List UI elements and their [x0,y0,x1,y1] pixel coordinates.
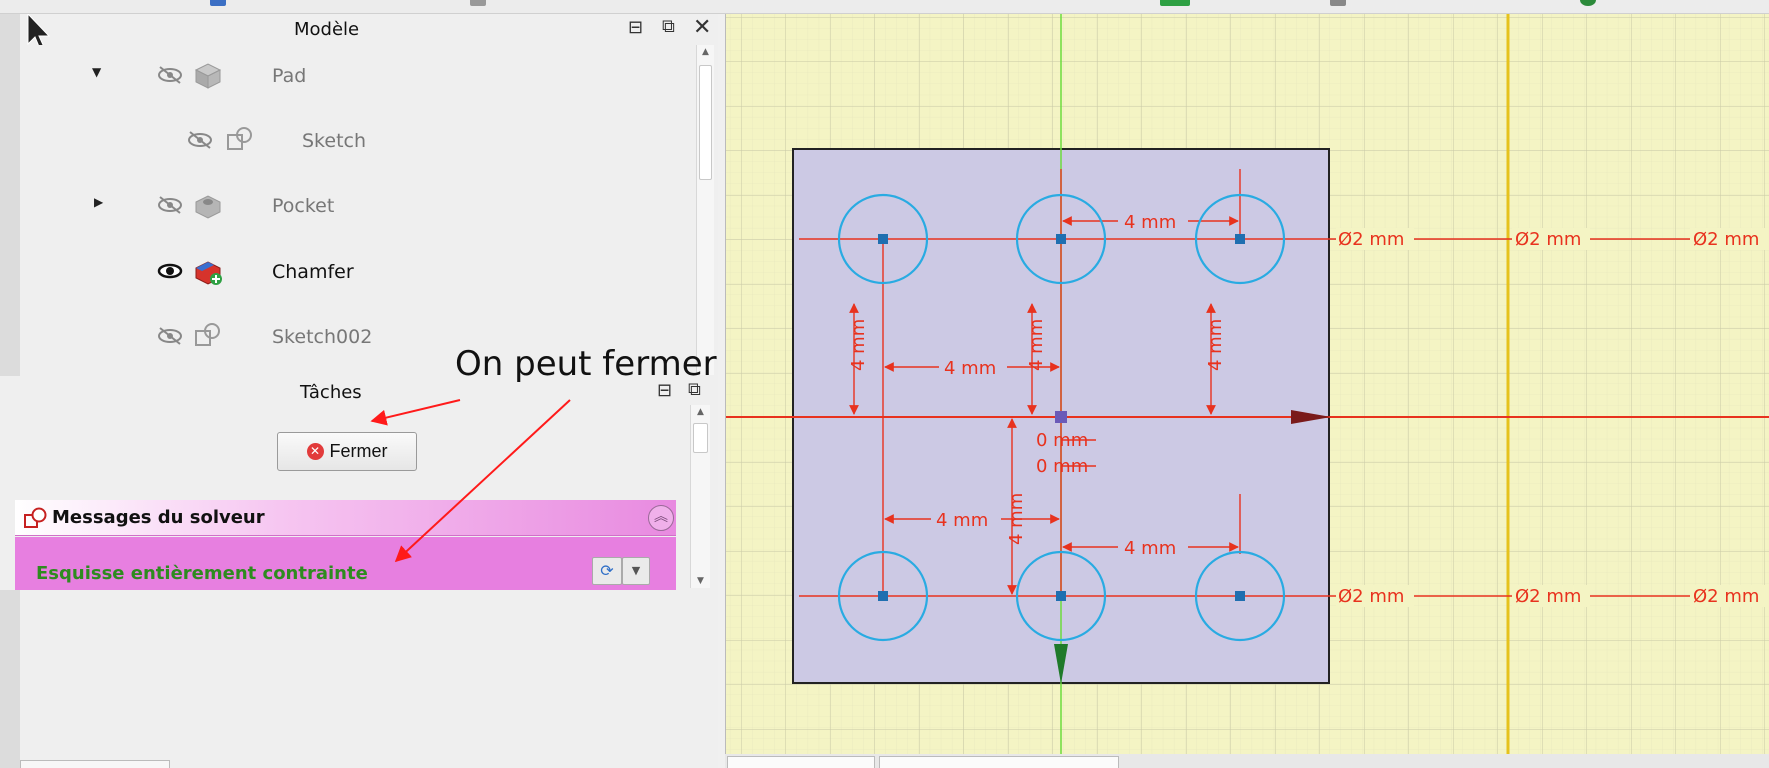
collapse-chevron-icon[interactable]: ︽ [648,505,674,531]
chamfer-icon [195,261,222,285]
diameter-label[interactable]: Ø2 mm [1338,586,1404,607]
sketch-canvas[interactable]: 4 mm 4 mm 4 mm 4 mm 4 mm 0 mm 0 mm 4 mm … [726,14,1769,754]
expand-arrow-icon[interactable]: ▼ [92,65,101,79]
scroll-thumb[interactable] [699,65,712,180]
dock-float-icon[interactable]: ⊟ [628,19,643,37]
tree-item-label: Pad [272,65,307,87]
sketch-icon [195,323,220,346]
dim-label[interactable]: 4 mm [848,319,869,371]
dim-label[interactable]: 0 mm [1036,456,1088,477]
tree-item-label: Chamfer [272,261,354,283]
dim-label[interactable]: 4 mm [1124,212,1176,233]
dim-label[interactable]: 4 mm [1205,319,1226,371]
tree-item-pad[interactable]: ▼ Pad [20,60,670,90]
toolbar-icon[interactable] [1580,0,1596,6]
close-circle-icon: ✕ [306,443,324,460]
side-strip [0,590,20,768]
diameter-label[interactable]: Ø2 mm [1693,229,1759,250]
scroll-up-icon[interactable]: ▲ [691,407,710,417]
diameter-label[interactable]: Ø2 mm [1515,586,1581,607]
dim-label[interactable]: 0 mm [1036,430,1088,451]
dim-label[interactable]: 4 mm [936,510,988,531]
tasks-panel-title: Tâches [300,382,362,403]
diameter-label[interactable]: Ø2 mm [1338,229,1404,250]
diameter-label[interactable]: Ø2 mm [1693,586,1759,607]
document-tabs [725,754,1769,768]
tree-item-label: Sketch [302,130,367,152]
hidden-eye-icon[interactable] [156,195,184,215]
scroll-up-icon[interactable]: ▲ [697,47,714,57]
tasks-scrollbar[interactable]: ▲ ▼ [690,405,710,588]
solver-body: Esquisse entièrement contrainte ⟳ ▼ [15,537,676,590]
dock-restore-icon[interactable]: ⧉ [662,18,675,36]
collapse-arrow-icon[interactable]: ▶ [94,195,103,209]
dim-label[interactable]: 4 mm [944,358,996,379]
dim-label[interactable]: 4 mm [1006,493,1027,545]
model-tree: ▼ Pad Sketch ▶ Pocket Chamfer Sketch002 [20,45,696,375]
side-strip [0,14,20,376]
solver-header[interactable]: Messages du solveur ︽ [15,500,676,536]
dim-label[interactable]: 4 mm [1026,319,1047,371]
refresh-icon[interactable]: ⟳ [592,557,622,585]
main-toolbar [0,0,1769,14]
dock-float-icon[interactable]: ⊟ [657,382,672,400]
toolbar-icon[interactable] [210,0,226,6]
annotation-text: On peut fermer [455,344,717,384]
solver-messages-box: Messages du solveur ︽ Esquisse entièreme… [15,500,676,590]
hidden-eye-icon[interactable] [156,326,184,346]
solver-status-message: Esquisse entièrement contrainte [36,563,368,584]
chevron-down-icon[interactable]: ▼ [622,557,650,585]
tree-item-label: Sketch002 [272,326,373,348]
tree-item-sketch[interactable]: Sketch [20,125,670,155]
tree-item-pocket[interactable]: ▶ Pocket [20,190,670,220]
toolbar-icon[interactable] [470,0,486,6]
close-icon[interactable]: ✕ [693,17,711,39]
toolbar-icon[interactable] [1330,0,1346,6]
hidden-eye-icon[interactable] [186,130,214,150]
pad-icon [194,63,222,89]
combo-view-tab[interactable] [20,760,170,768]
freecad-window: Modèle ⊟ ⧉ ✕ ▼ Pad Sketch ▶ Pocket Chamf… [0,0,1769,768]
close-task-label: Fermer [329,441,388,461]
3d-view[interactable]: 4 mm 4 mm 4 mm 4 mm 4 mm 0 mm 0 mm 4 mm … [725,14,1769,754]
tree-item-label: Pocket [272,195,335,217]
diameter-label[interactable]: Ø2 mm [1515,229,1581,250]
document-tab[interactable] [879,756,1119,768]
sketch-icon [227,127,252,150]
pocket-icon [195,195,221,219]
solver-title: Messages du solveur [52,507,265,528]
scroll-down-icon[interactable]: ▼ [691,576,710,586]
origin-point[interactable] [1055,411,1067,423]
close-task-button[interactable]: ✕ Fermer [277,432,417,471]
model-panel-title: Modèle [294,19,360,40]
visible-eye-icon[interactable] [156,261,184,281]
scroll-thumb[interactable] [693,423,708,453]
dim-label[interactable]: 4 mm [1124,538,1176,559]
tree-item-chamfer[interactable]: Chamfer [20,256,670,286]
document-tab[interactable] [727,756,875,768]
toolbar-icon[interactable] [1160,0,1190,6]
hidden-eye-icon[interactable] [156,65,184,85]
sketch-icon [24,507,47,528]
tree-scrollbar[interactable]: ▲ [696,45,714,375]
